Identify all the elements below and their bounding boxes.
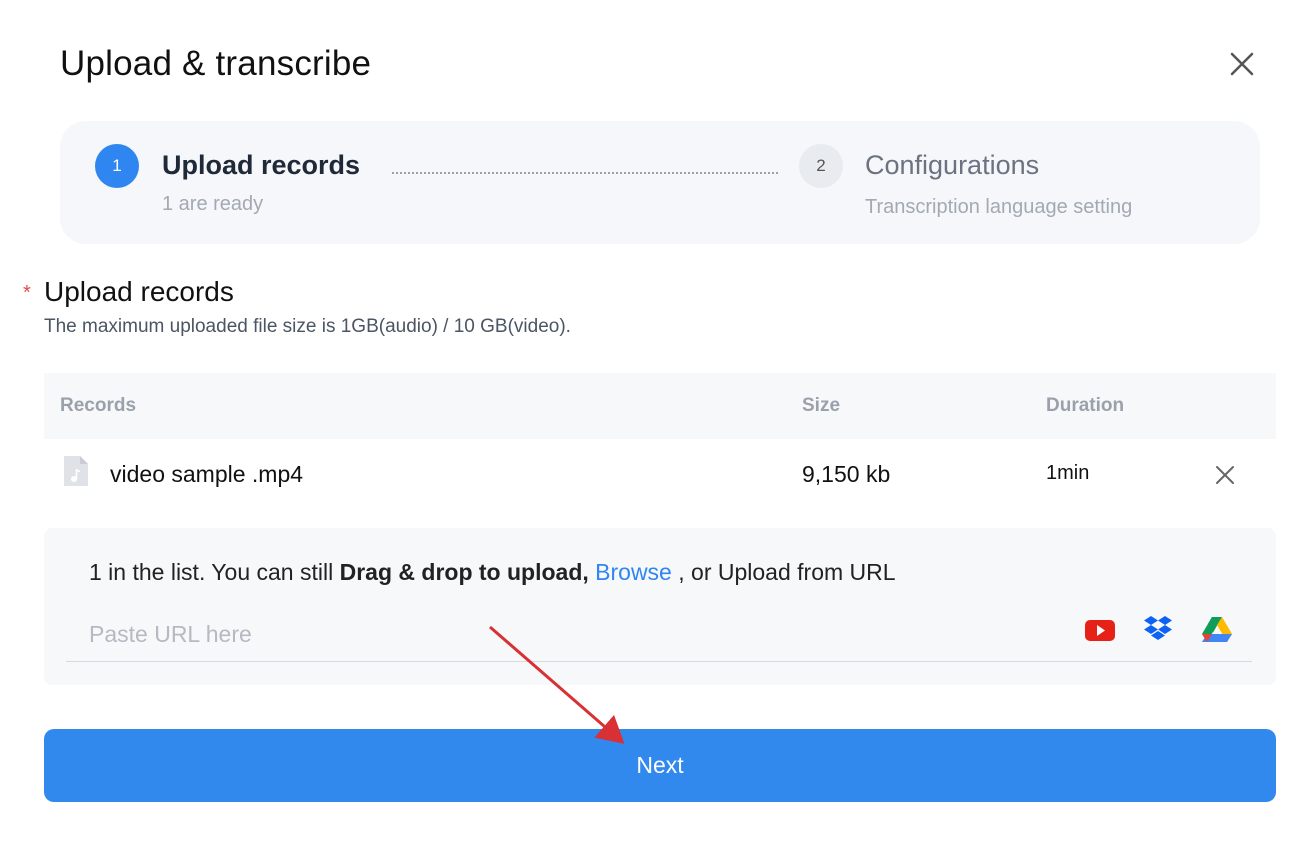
youtube-icon[interactable] <box>1084 614 1116 644</box>
dropbox-icon[interactable] <box>1142 614 1174 644</box>
dropzone-text-prefix: 1 in the list. You can still <box>89 559 340 585</box>
dropzone-text-bold: Drag & drop to upload, <box>339 559 589 585</box>
remove-file-icon[interactable] <box>1212 462 1238 488</box>
dropzone-text: 1 in the list. You can still Drag & drop… <box>89 559 896 586</box>
column-header-duration: Duration <box>1046 395 1125 416</box>
table-header: Records Size Duration <box>44 373 1276 439</box>
upload-dialog: Upload & transcribe 1 Upload records 1 a… <box>0 0 1300 860</box>
section-title: Upload records <box>44 276 234 307</box>
step-2-title: Configurations <box>865 150 1040 180</box>
browse-link[interactable]: Browse <box>595 559 672 585</box>
step-2-number: 2 <box>799 144 843 188</box>
step-1-subtitle: 1 are ready <box>162 193 264 215</box>
next-button[interactable]: Next <box>44 729 1276 802</box>
file-audio-icon <box>64 456 88 486</box>
section-subtitle: The maximum uploaded file size is 1GB(au… <box>44 316 571 337</box>
column-header-records: Records <box>60 395 137 416</box>
file-name: video sample .mp4 <box>110 461 304 487</box>
file-size: 9,150 kb <box>802 461 891 487</box>
close-icon[interactable] <box>1224 46 1260 82</box>
step-connector <box>392 172 778 174</box>
stepper: 1 Upload records 1 are ready 2 Configura… <box>60 121 1260 244</box>
table-row: video sample .mp4 9,150 kb 1min <box>44 440 1276 510</box>
required-marker: * <box>23 282 31 304</box>
step-2-subtitle: Transcription language setting <box>865 196 1133 218</box>
dropzone-text-suffix: , or Upload from URL <box>671 559 896 585</box>
dialog-title: Upload & transcribe <box>60 44 372 83</box>
file-duration: 1min <box>1046 462 1090 484</box>
google-drive-icon[interactable] <box>1201 614 1233 644</box>
step-1-title: Upload records <box>162 150 361 180</box>
upload-dropzone[interactable]: 1 in the list. You can still Drag & drop… <box>44 528 1276 685</box>
step-1-number: 1 <box>95 144 139 188</box>
url-input[interactable] <box>66 608 1252 662</box>
column-header-size: Size <box>802 395 841 416</box>
